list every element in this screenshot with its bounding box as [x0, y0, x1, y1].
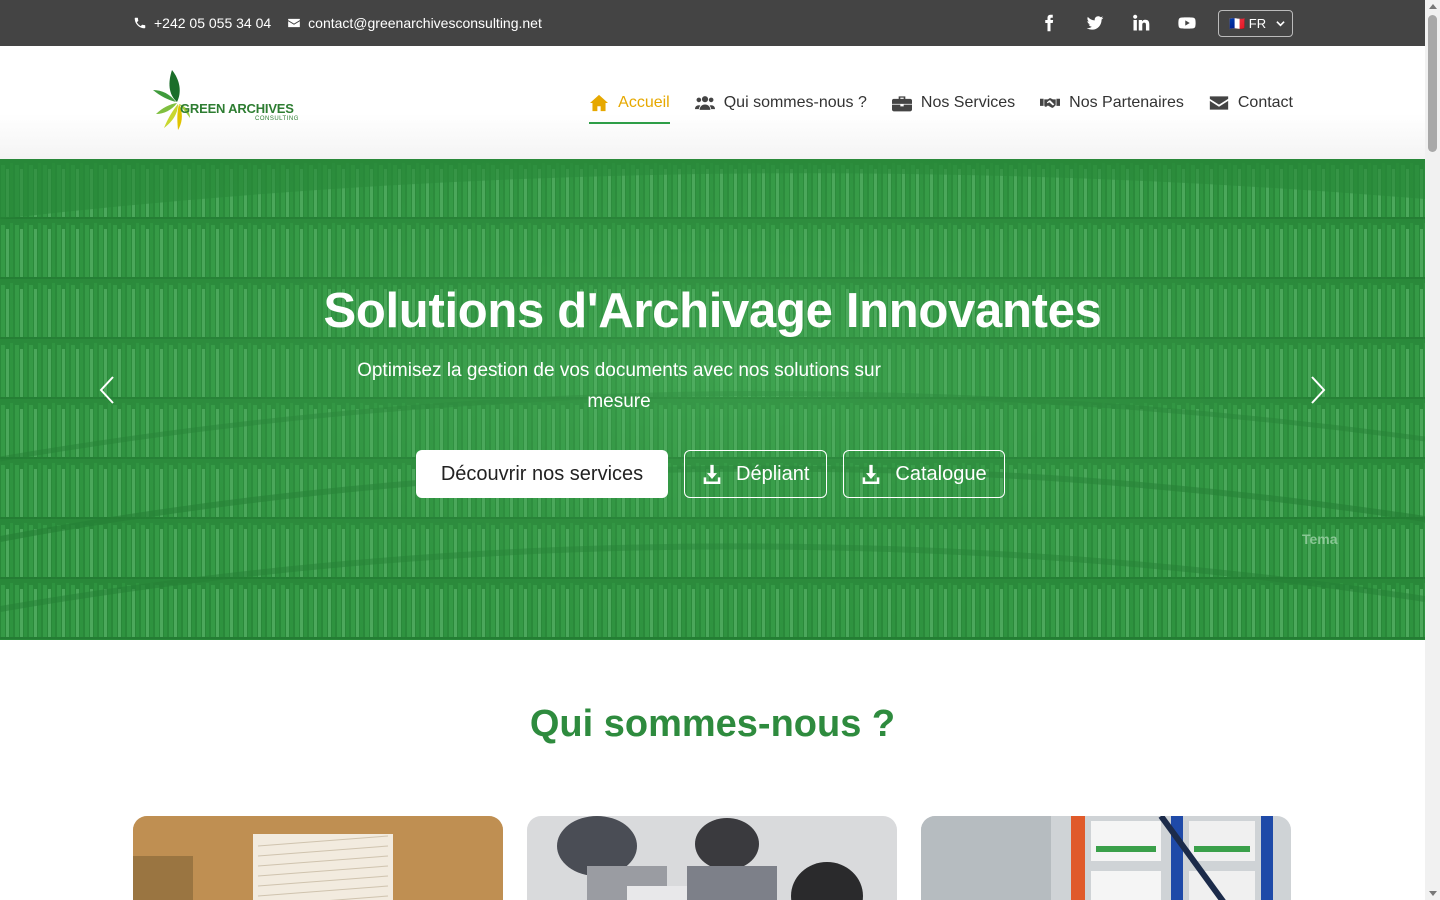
nav-item-nos-services[interactable]: Nos Services — [891, 86, 1016, 120]
carousel-next-button[interactable] — [1308, 375, 1328, 405]
phone-icon — [134, 17, 146, 29]
chevron-down-icon — [1276, 21, 1285, 27]
youtube-icon — [1178, 17, 1196, 29]
hero-title: Solutions d'Archivage Innovantes — [323, 284, 1102, 338]
shelf-sign: Tema — [1302, 531, 1338, 547]
phone-number: +242 05 055 34 04 — [154, 15, 272, 31]
youtube-link[interactable] — [1174, 10, 1200, 36]
top-bar: +242 05 055 34 04 contact@greenarchivesc… — [0, 0, 1425, 46]
logo-name: GREEN ARCHIVES — [180, 101, 294, 116]
nav-item-label: Accueil — [618, 93, 670, 111]
depliant-download-button[interactable]: Dépliant — [684, 450, 828, 498]
linkedin-icon — [1133, 14, 1150, 31]
warehouse-photo — [921, 816, 1291, 900]
envelope-icon — [288, 18, 301, 28]
scroll-up-arrow[interactable] — [1429, 4, 1437, 9]
nav-item-qui-sommes-nous[interactable]: Qui sommes-nous ? — [694, 86, 867, 120]
main-header: GREEN ARCHIVES CONSULTING Accueil Qui so… — [0, 46, 1425, 159]
logo[interactable]: GREEN ARCHIVES CONSULTING — [150, 68, 310, 134]
users-icon — [694, 95, 715, 110]
about-card-team-image — [527, 816, 897, 900]
nav-item-label: Contact — [1237, 93, 1293, 111]
hero-buttons: Découvrir nos services Dépliant Catalogu… — [416, 450, 1021, 498]
twitter-icon — [1086, 16, 1104, 30]
team-photo — [527, 816, 897, 900]
hero-carousel: Tema Solutions d'Archivage Innovantes Op… — [0, 159, 1425, 640]
page-scrollbar[interactable] — [1425, 0, 1440, 900]
home-icon — [590, 94, 609, 111]
hero-subtitle: Optimisez la gestion de vos documents av… — [357, 360, 881, 412]
contact-info: +242 05 055 34 04 contact@greenarchivesc… — [133, 0, 558, 46]
facebook-icon — [1045, 14, 1054, 32]
social-links — [1036, 0, 1220, 46]
email-address: contact@greenarchivesconsulting.net — [308, 15, 542, 31]
catalogue-download-button[interactable]: Catalogue — [843, 450, 1005, 498]
download-icon — [863, 464, 880, 484]
about-cards — [133, 816, 1315, 900]
envelope-icon — [1209, 95, 1229, 110]
nav-item-label: Nos Services — [920, 93, 1016, 111]
nav-item-label: Nos Partenaires — [1069, 93, 1184, 111]
depliant-label: Dépliant — [736, 462, 810, 485]
language-select[interactable]: 🇫🇷 FR — [1218, 10, 1293, 37]
logo-tagline: CONSULTING — [255, 116, 299, 122]
chevron-right-icon — [1311, 376, 1326, 404]
language-value: 🇫🇷 FR — [1229, 15, 1267, 31]
nav-item-accueil[interactable]: Accueil — [589, 86, 670, 124]
catalogue-label: Catalogue — [895, 462, 987, 485]
about-card-warehouse-image — [921, 816, 1291, 900]
discover-services-button[interactable]: Découvrir nos services — [416, 450, 668, 498]
main-nav: Accueil Qui sommes-nous ? Nos Services N… — [564, 46, 1293, 159]
handshake-icon — [1040, 97, 1061, 108]
nav-item-nos-partenaires[interactable]: Nos Partenaires — [1040, 86, 1184, 120]
about-card-archives-image — [133, 816, 503, 900]
scrollbar-thumb[interactable] — [1428, 15, 1437, 152]
facebook-link[interactable] — [1036, 10, 1062, 36]
archives-photo — [133, 816, 503, 900]
twitter-link[interactable] — [1082, 10, 1108, 36]
scroll-down-arrow[interactable] — [1429, 891, 1437, 896]
briefcase-icon — [891, 95, 912, 111]
nav-item-contact[interactable]: Contact — [1209, 86, 1293, 120]
chevron-left-icon — [99, 376, 114, 404]
nav-item-label: Qui sommes-nous ? — [723, 93, 867, 111]
email-contact[interactable]: contact@greenarchivesconsulting.net — [287, 15, 542, 31]
phone-contact[interactable]: +242 05 055 34 04 — [133, 15, 271, 31]
download-icon — [703, 464, 721, 484]
about-section-title: Qui sommes-nous ? — [529, 703, 896, 745]
linkedin-link[interactable] — [1128, 10, 1154, 36]
carousel-prev-button[interactable] — [97, 375, 117, 405]
